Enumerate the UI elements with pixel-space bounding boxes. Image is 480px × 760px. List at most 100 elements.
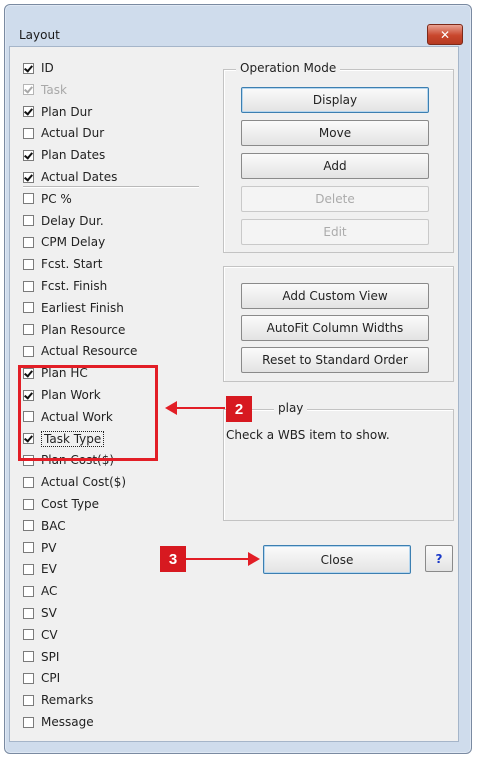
checkbox[interactable] [23, 542, 34, 554]
checkbox-label: SV [41, 606, 57, 620]
column-option-ac[interactable]: AC [23, 582, 57, 600]
column-option-plan-dates[interactable]: Plan Dates [23, 146, 105, 164]
checkbox[interactable] [23, 345, 34, 357]
column-option-delay-dur[interactable]: Delay Dur. [23, 212, 104, 230]
checkbox-label: Plan Resource [41, 322, 126, 337]
checkbox-label: Remarks [41, 693, 94, 708]
checkbox-label: Fcst. Finish [41, 279, 108, 293]
checkbox[interactable] [23, 476, 34, 488]
checkbox-label: Actual Dur [41, 126, 105, 141]
column-option-message[interactable]: Message [23, 713, 94, 731]
column-option-actual-dur[interactable]: Actual Dur [23, 124, 104, 142]
checkbox-label: Message [41, 715, 94, 729]
column-option-plan-resource[interactable]: Plan Resource [23, 321, 125, 339]
checkbox-label: EV [41, 562, 57, 577]
display-message: Check a WBS item to show. [226, 428, 390, 442]
display-mode-button[interactable]: Display [241, 87, 429, 113]
checkbox-label: PC % [41, 191, 72, 206]
checkbox[interactable] [23, 672, 34, 684]
checkbox[interactable] [23, 236, 34, 248]
checkbox-label: Plan Dur [41, 104, 93, 119]
move-mode-button[interactable]: Move [241, 120, 429, 146]
checkbox[interactable] [23, 302, 34, 314]
checkbox-label: Task [41, 82, 67, 97]
reset-standard-order-button[interactable]: Reset to Standard Order [241, 347, 429, 373]
column-option-bac[interactable]: BAC [23, 517, 66, 535]
column-option-cpm-delay[interactable]: CPM Delay [23, 233, 105, 251]
checkbox[interactable] [23, 651, 34, 663]
checkbox-label: Actual Dates [41, 170, 118, 184]
annotation-arrow-3-head [248, 552, 260, 566]
column-option-remarks[interactable]: Remarks [23, 691, 93, 709]
checkbox[interactable] [23, 171, 34, 183]
checkbox[interactable] [23, 607, 34, 619]
checkbox-label: BAC [41, 518, 66, 533]
delete-mode-button: Delete [241, 186, 429, 212]
checkbox-label: ID [41, 61, 54, 75]
column-option-plan-dur[interactable]: Plan Dur [23, 103, 92, 121]
column-option-sv[interactable]: SV [23, 604, 57, 622]
checkbox-label: Cost Type [41, 497, 100, 511]
checkbox[interactable] [23, 62, 34, 74]
help-button[interactable]: ? [425, 545, 453, 572]
checkbox-label: CPI [41, 671, 61, 686]
operation-mode-label: Operation Mode [236, 61, 341, 75]
column-option-spi[interactable]: SPI [23, 648, 59, 666]
annotation-highlight-box [18, 365, 158, 461]
list-separator [23, 186, 199, 188]
checkbox-label: CV [41, 627, 58, 642]
checkbox[interactable] [23, 280, 34, 292]
close-button[interactable]: Close [263, 545, 411, 574]
column-option-pc[interactable]: PC % [23, 190, 72, 208]
column-option-cpi[interactable]: CPI [23, 669, 60, 687]
checkbox-label: CPM Delay [41, 235, 106, 250]
column-option-cost-type[interactable]: Cost Type [23, 495, 99, 513]
checkbox[interactable] [23, 127, 34, 139]
help-icon: ? [435, 551, 443, 566]
add-mode-button[interactable]: Add [241, 153, 429, 179]
column-option-id[interactable]: ID [23, 59, 54, 77]
window-title: Layout [19, 28, 60, 42]
checkbox-label: Plan Dates [41, 148, 106, 163]
edit-mode-button: Edit [241, 219, 429, 245]
checkbox-label: AC [41, 584, 58, 599]
checkbox[interactable] [23, 694, 34, 706]
annotation-badge-2: 2 [226, 396, 252, 422]
checkbox[interactable] [23, 520, 34, 532]
checkbox-label: Earliest Finish [41, 300, 124, 315]
window-close-button[interactable]: ✕ [427, 24, 463, 45]
display-group-label: play [274, 401, 308, 415]
checkbox-label: Actual Resource [41, 344, 138, 359]
checkbox[interactable] [23, 498, 34, 510]
annotation-arrow-2-line [175, 407, 225, 409]
column-option-task: Task [23, 81, 67, 99]
checkbox[interactable] [23, 563, 34, 575]
column-option-actual-cost[interactable]: Actual Cost($) [23, 473, 126, 491]
annotation-badge-3: 3 [160, 546, 186, 572]
autofit-column-widths-button[interactable]: AutoFit Column Widths [241, 315, 429, 341]
checkbox[interactable] [23, 149, 34, 161]
checkbox-label: Fcst. Start [41, 257, 103, 272]
checkbox[interactable] [23, 258, 34, 270]
checkbox[interactable] [23, 193, 34, 205]
column-option-fcst-start[interactable]: Fcst. Start [23, 255, 102, 273]
column-option-earliest-finish[interactable]: Earliest Finish [23, 299, 124, 317]
checkbox[interactable] [23, 585, 34, 597]
checkbox-label: Delay Dur. [41, 213, 104, 228]
checkbox[interactable] [23, 215, 34, 227]
checkbox-label: SPI [41, 649, 60, 664]
column-option-fcst-finish[interactable]: Fcst. Finish [23, 277, 107, 295]
checkbox[interactable] [23, 324, 34, 336]
annotation-arrow-3-line [186, 558, 250, 560]
checkbox[interactable] [23, 629, 34, 641]
column-option-pv[interactable]: PV [23, 539, 56, 557]
checkbox-label: PV [41, 540, 57, 555]
column-option-ev[interactable]: EV [23, 560, 57, 578]
column-option-actual-dates[interactable]: Actual Dates [23, 168, 117, 186]
column-option-cv[interactable]: CV [23, 626, 58, 644]
checkbox[interactable] [23, 716, 34, 728]
checkbox[interactable] [23, 106, 34, 118]
column-option-actual-resource[interactable]: Actual Resource [23, 342, 137, 360]
add-custom-view-button[interactable]: Add Custom View [241, 283, 429, 309]
display-group: play Check a WBS item to show. [223, 401, 454, 521]
